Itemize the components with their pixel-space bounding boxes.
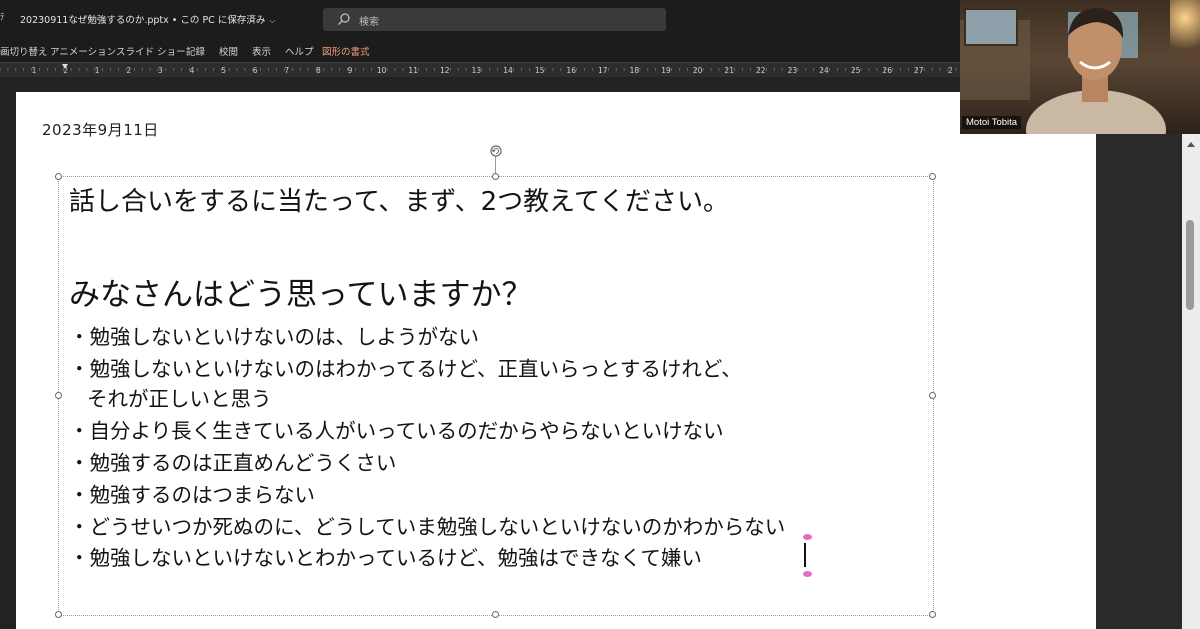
resize-handle-top-left[interactable] <box>55 173 62 180</box>
tab-animations[interactable]: アニメーション <box>50 44 116 58</box>
vertical-scrollbar[interactable] <box>1182 134 1200 629</box>
ruler-label: 22 <box>756 66 766 75</box>
ruler-label: 26 <box>882 66 892 75</box>
ruler-label: 25 <box>851 66 861 75</box>
tab-shape-format[interactable]: 図形の書式 <box>322 44 370 58</box>
ruler-label: 4 <box>190 66 195 75</box>
ruler-label: 13 <box>472 66 482 75</box>
ruler-label: 2 <box>126 66 131 75</box>
slide-heading-opinion[interactable]: みなさんはどう思っていますか？ <box>69 269 532 314</box>
slide-date[interactable]: 2023年9月11日 <box>42 119 159 140</box>
editor-margin <box>1096 134 1182 629</box>
tab-help[interactable]: ヘルプ <box>285 44 314 58</box>
bullet-item[interactable]: ・勉強しないといけないのは、しようがない <box>69 320 479 350</box>
text-cursor <box>804 543 806 567</box>
ruler-label: 14 <box>503 66 513 75</box>
tab-view[interactable]: 表示 <box>252 44 271 58</box>
ruler-label: 20 <box>693 66 703 75</box>
ruler-label: 15 <box>535 66 545 75</box>
ruler-label: 6 <box>253 66 258 75</box>
scrollbar-thumb[interactable] <box>1186 220 1194 310</box>
tab-review[interactable]: 校閲 <box>219 44 238 58</box>
rotate-handle-icon[interactable] <box>489 144 503 158</box>
document-title[interactable]: 20230911なぜ勉強するのか.pptx • この PC に保存済み ⌵ <box>20 12 275 26</box>
ruler-label: 11 <box>408 66 418 75</box>
bullet-item[interactable]: ・勉強しないといけないとわかっているけど、勉強はできなくて嫌い <box>69 541 702 571</box>
powerpoint-window: ﾃ 20230911なぜ勉強するのか.pptx • この PC に保存済み ⌵ 検… <box>0 0 1200 629</box>
ruler-label: 24 <box>819 66 829 75</box>
participant-video <box>960 0 1200 134</box>
selection-marker-top[interactable] <box>803 534 812 540</box>
resize-handle-top-right[interactable] <box>929 173 936 180</box>
resize-handle-bottom-right[interactable] <box>929 611 936 618</box>
bullet-item[interactable]: ・勉強しないといけないのはわかってるけど、正直いらっとするけれど、 <box>69 352 742 382</box>
ruler-label: 5 <box>221 66 226 75</box>
ribbon-tabs: 画切り替え アニメーション スライド ショー 記録 校閲 表示 ヘルプ 図形の書… <box>0 36 960 62</box>
participant-name-label: Motoi Tobita <box>962 116 1022 129</box>
bullet-item[interactable]: ・勉強するのは正直めんどうくさい <box>69 446 396 476</box>
selected-text-box[interactable]: 話し合いをするに当たって、まず、2つ教えてください。 みなさんはどう思っています… <box>55 145 936 618</box>
ruler-label: 16 <box>566 66 576 75</box>
document-title-text: 20230911なぜ勉強するのか.pptx • この PC に保存済み <box>20 15 266 26</box>
slide-heading-question[interactable]: 話し合いをするに当たって、まず、2つ教えてください。 <box>69 181 729 218</box>
bullet-item-continuation[interactable]: それが正しいと思う <box>87 382 272 412</box>
horizontal-ruler[interactable]: 1 2 1 2 3 4 5 6 7 8 9 10 11 12 13 14 15 16 17 18 19 20 21 22 23 2… <box>0 62 960 78</box>
ruler-label: 7 <box>284 66 289 75</box>
tab-slideshow[interactable]: スライド ショー <box>116 44 186 58</box>
bullet-item[interactable]: ・自分より長く生きている人がいっているのだからやらないといけない <box>69 414 724 444</box>
ruler-label: 9 <box>348 66 353 75</box>
slide-canvas[interactable]: 2023年9月11日 話し合いをするに当たって、まず、2つ教えてください。 みな… <box>16 92 1096 629</box>
ruler-label: 19 <box>661 66 671 75</box>
ruler-label: 1 <box>95 66 100 75</box>
chevron-down-icon[interactable]: ⌵ <box>269 16 275 26</box>
ruler-label: 18 <box>630 66 640 75</box>
ruler-label: 17 <box>598 66 608 75</box>
ruler-label: 27 <box>914 66 924 75</box>
resize-handle-bottom[interactable] <box>492 611 499 618</box>
resize-handle-right[interactable] <box>929 392 936 399</box>
tab-transitions[interactable]: 画切り替え <box>0 44 48 58</box>
ruler-label: 12 <box>440 66 450 75</box>
scroll-up-icon[interactable] <box>1186 140 1196 148</box>
ruler-label: 1 <box>32 66 37 75</box>
ruler-label: 8 <box>316 66 321 75</box>
selection-marker-bottom[interactable] <box>803 571 812 577</box>
bullet-item[interactable]: ・どうせいつか死ぬのに、どうしていま勉強しないといけないのかわからない <box>69 510 785 540</box>
ruler-graphic: 1 2 1 2 3 4 5 6 7 8 9 10 11 12 13 14 15 16 17 18 19 20 21 22 23 2… <box>0 64 957 75</box>
ruler-label: 21 <box>724 66 734 75</box>
search-box[interactable]: 検索 <box>323 8 666 31</box>
participant-avatar <box>1026 8 1166 134</box>
resize-handle-top[interactable] <box>492 173 499 180</box>
bullet-item[interactable]: ・勉強するのはつまらない <box>69 478 315 508</box>
resize-handle-bottom-left[interactable] <box>55 611 62 618</box>
resize-handle-left[interactable] <box>55 392 62 399</box>
app-icon: ﾃ <box>0 13 5 23</box>
ruler-label: 10 <box>377 66 387 75</box>
tab-record[interactable]: 記録 <box>186 44 205 58</box>
ruler-label: 3 <box>158 66 163 75</box>
ruler-label: 2 <box>948 66 953 75</box>
search-placeholder: 検索 <box>359 17 379 28</box>
ruler-label: 23 <box>788 66 798 75</box>
search-icon <box>338 13 350 25</box>
